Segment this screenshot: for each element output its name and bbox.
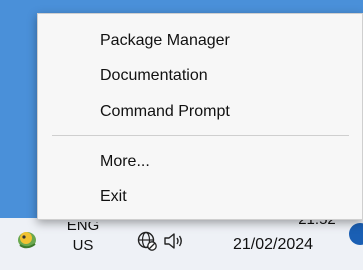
menu-item-more[interactable]: More... [100, 148, 150, 176]
clock-date[interactable]: 21/02/2024 [233, 236, 313, 254]
volume-icon[interactable] [162, 230, 184, 252]
language-indicator[interactable]: ENG US [63, 222, 103, 256]
menu-separator [52, 135, 349, 136]
notification-icon[interactable] [349, 223, 363, 245]
menu-item-documentation[interactable]: Documentation [100, 62, 208, 90]
menu-item-exit[interactable]: Exit [100, 183, 127, 211]
language-code: ENG [66, 222, 100, 234]
app-tray-icon[interactable] [14, 225, 40, 251]
menu-item-command-prompt[interactable]: Command Prompt [100, 98, 230, 126]
network-icon[interactable] [136, 230, 158, 252]
menu-item-package-manager[interactable]: Package Manager [100, 27, 230, 55]
context-menu: Package Manager Documentation Command Pr… [37, 13, 363, 220]
language-region: US [72, 237, 94, 254]
